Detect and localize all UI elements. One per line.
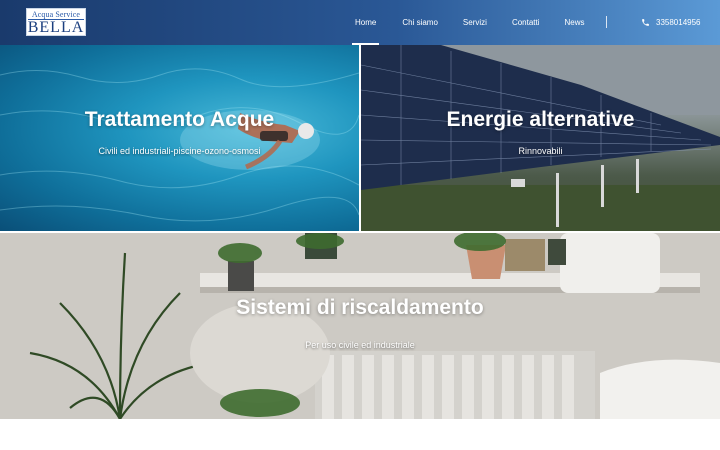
nav-item-servizi[interactable]: Servizi xyxy=(463,0,487,45)
nav-item-contatti[interactable]: Contatti xyxy=(512,0,540,45)
main-nav: Home Chi siamo Servizi Contatti News xyxy=(351,0,610,45)
tile-subtitle: Rinnovabili xyxy=(518,146,563,156)
content-below-fold xyxy=(0,419,720,450)
tile-title: Sistemi di riscaldamento xyxy=(236,296,484,319)
page: Acqua Service BELLA Home Chi siamo Servi… xyxy=(0,0,720,450)
solar-panels-image xyxy=(361,45,720,231)
nav-item-news[interactable]: News xyxy=(565,0,585,45)
radiator xyxy=(315,351,595,419)
nav-divider xyxy=(606,16,607,28)
nav-item-home[interactable]: Home xyxy=(351,0,380,45)
site-header: Acqua Service BELLA Home Chi siamo Servi… xyxy=(0,0,720,45)
phone-icon xyxy=(641,18,650,27)
tile-trattamento-acque[interactable]: Trattamento Acque Civili ed industriali-… xyxy=(0,45,359,231)
tile-title: Trattamento Acque xyxy=(84,108,275,131)
tile-subtitle: Civili ed industriali-piscine-ozono-osmo… xyxy=(98,146,261,156)
phone-number: 3358014956 xyxy=(656,18,701,27)
phone-contact[interactable]: 3358014956 xyxy=(641,0,701,45)
tile-title: Energie alternative xyxy=(446,108,635,131)
tile-energie-alternative[interactable]: Energie alternative Rinnovabili xyxy=(361,45,720,231)
tile-sistemi-riscaldamento[interactable]: Sistemi di riscaldamento Per uso civile … xyxy=(0,233,720,419)
pool-swimmer-image xyxy=(0,68,359,222)
tile-subtitle: Per uso civile ed industriale xyxy=(305,340,415,350)
logo-tagline: Acqua Service xyxy=(31,9,81,19)
logo-name: BELLA xyxy=(27,18,85,36)
nav-item-chi-siamo[interactable]: Chi siamo xyxy=(402,0,438,45)
radiator-room-image xyxy=(0,233,720,419)
logo[interactable]: Acqua Service BELLA xyxy=(26,8,86,36)
